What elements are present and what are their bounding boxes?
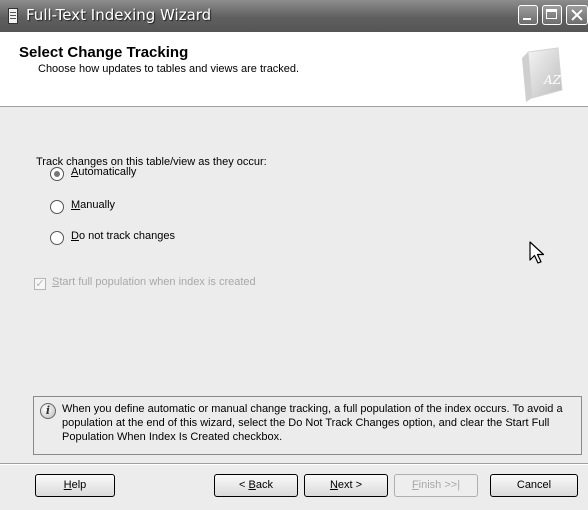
finish-button[interactable]: Finish >>| [394, 474, 478, 497]
radio-automatically-label[interactable]: Automatically [71, 166, 136, 178]
wizard-header: Select Change Tracking Choose how update… [0, 32, 588, 107]
book-az-icon: AZ [522, 47, 563, 102]
window-icon [8, 8, 18, 24]
info-text: When you define automatic or manual chan… [62, 403, 563, 443]
minimize-button[interactable] [518, 5, 538, 25]
start-population-label: Start full population when index is crea… [52, 276, 256, 288]
maximize-button[interactable] [542, 5, 562, 25]
radio-automatically[interactable] [50, 167, 64, 181]
info-icon: i [40, 403, 56, 419]
wizard-window: Full-Text Indexing Wizard Select Change … [0, 0, 588, 510]
radio-manually[interactable] [50, 200, 64, 214]
radio-do-not-track-label[interactable]: Do not track changes [71, 230, 175, 242]
page-title: Select Change Tracking [19, 44, 189, 61]
title-bar[interactable]: Full-Text Indexing Wizard [0, 0, 588, 32]
help-button[interactable]: Help [35, 474, 115, 497]
back-button[interactable]: < Back [214, 474, 298, 497]
book-icon-text: AZ [543, 73, 562, 87]
window-title: Full-Text Indexing Wizard [26, 6, 212, 24]
cancel-button[interactable]: Cancel [490, 474, 578, 497]
start-population-checkbox[interactable]: ✓ [34, 278, 46, 290]
info-panel: i When you define automatic or manual ch… [33, 396, 582, 455]
page-subtitle: Choose how updates to tables and views a… [38, 63, 300, 75]
footer-divider [0, 463, 588, 465]
close-button[interactable] [566, 5, 588, 25]
radio-do-not-track[interactable] [50, 231, 64, 245]
radio-manually-label[interactable]: Manually [71, 199, 115, 211]
next-button[interactable]: Next > [304, 474, 388, 497]
mouse-pointer-icon [529, 241, 545, 264]
